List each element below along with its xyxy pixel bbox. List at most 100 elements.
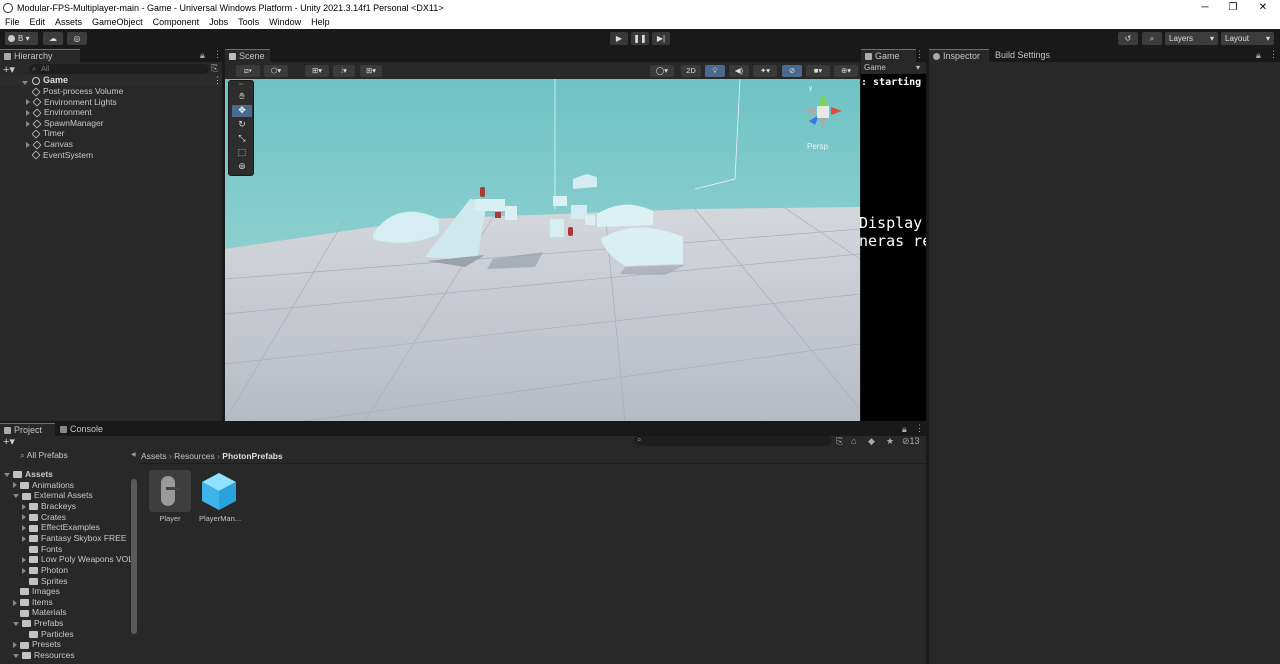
folder-item[interactable]: Photon bbox=[22, 565, 68, 576]
folder-item[interactable]: Particles bbox=[22, 629, 74, 640]
breadcrumb-item[interactable]: PhotonPrefabs bbox=[222, 451, 282, 461]
expand-arrow-icon[interactable] bbox=[13, 621, 19, 626]
breadcrumb-item[interactable]: Resources bbox=[174, 451, 215, 461]
project-more-icon[interactable]: ⋮ bbox=[915, 423, 924, 434]
pivot-toggle[interactable]: ⧄▾ bbox=[236, 65, 260, 77]
folder-item[interactable]: Prefabs bbox=[13, 618, 63, 629]
menu-help[interactable]: Help bbox=[311, 17, 330, 27]
folder-item[interactable]: Sprites bbox=[22, 576, 67, 587]
project-lock-icon[interactable]: 🔒︎ bbox=[902, 424, 907, 435]
tree-scrollbar[interactable] bbox=[131, 479, 137, 634]
hierarchy-item[interactable]: EventSystem bbox=[31, 150, 93, 161]
folder-item[interactable]: Brackeys bbox=[22, 501, 76, 512]
favorites-all-prefabs[interactable]: ⌕ All Prefabs bbox=[20, 450, 68, 461]
expand-arrow-icon[interactable] bbox=[13, 482, 17, 489]
expand-arrow-icon[interactable] bbox=[26, 141, 30, 148]
global-toggle[interactable]: ⬡▾ bbox=[264, 65, 288, 77]
expand-arrow-icon[interactable] bbox=[22, 503, 26, 510]
account-dropdown[interactable]: B ▾ bbox=[5, 32, 38, 45]
folder-item[interactable]: Presets bbox=[13, 639, 61, 650]
lock-icon[interactable]: 🔒︎ bbox=[200, 50, 205, 61]
search-options-icon[interactable]: ⎘ bbox=[211, 63, 218, 74]
hierarchy-item[interactable]: Canvas bbox=[26, 139, 73, 150]
hierarchy-item[interactable]: Environment Lights bbox=[26, 97, 117, 108]
shading-mode-dropdown[interactable]: ◯▾ bbox=[650, 65, 674, 77]
expand-arrow-icon[interactable] bbox=[22, 535, 26, 542]
toggle-2d-button[interactable]: 2D bbox=[681, 65, 701, 77]
cloud-button[interactable]: ☁ bbox=[43, 32, 63, 45]
inspector-more-icon[interactable]: ⋮ bbox=[1269, 49, 1278, 60]
menu-assets[interactable]: Assets bbox=[55, 17, 82, 27]
hidden-objects-toggle[interactable]: ⊘ bbox=[782, 65, 802, 77]
projection-label[interactable]: Persp bbox=[807, 142, 828, 151]
expand-arrow-icon[interactable] bbox=[13, 599, 17, 606]
folder-item[interactable]: Crates bbox=[22, 512, 66, 523]
asset-player[interactable] bbox=[149, 470, 191, 512]
inspector-lock-icon[interactable]: 🔒︎ bbox=[1256, 50, 1261, 61]
scene-viewport[interactable]: Persp y bbox=[225, 79, 860, 421]
step-button[interactable]: ▶| bbox=[652, 32, 670, 45]
tab-console[interactable]: Console bbox=[56, 423, 111, 436]
search-icon[interactable]: ⌕ bbox=[1142, 32, 1162, 45]
expand-arrow-icon[interactable] bbox=[22, 556, 26, 563]
asset-playermanager[interactable] bbox=[198, 470, 240, 512]
grid-snap-toggle[interactable]: ⊞▾ bbox=[305, 65, 329, 77]
favorite-star-icon[interactable]: ★ bbox=[886, 436, 894, 447]
tab-scene[interactable]: Scene bbox=[225, 49, 270, 62]
hierarchy-root-row[interactable]: Game ⋮ bbox=[0, 75, 222, 86]
expand-arrow-icon[interactable] bbox=[26, 120, 30, 127]
hierarchy-item[interactable]: Environment bbox=[26, 107, 92, 118]
menu-gameobject[interactable]: GameObject bbox=[92, 17, 143, 27]
snap-increment-button[interactable]: ⁞▾ bbox=[333, 65, 355, 77]
play-button[interactable]: ▶ bbox=[610, 32, 628, 45]
project-search-input[interactable]: ⌕ bbox=[634, 435, 832, 446]
expand-arrow-icon[interactable] bbox=[26, 109, 30, 116]
search-by-label-icon[interactable]: ⌂ bbox=[851, 436, 856, 446]
menu-jobs[interactable]: Jobs bbox=[209, 17, 228, 27]
minimize-button[interactable]: ─ bbox=[1190, 0, 1220, 15]
close-button[interactable]: ✕ bbox=[1248, 0, 1278, 15]
layout-dropdown[interactable]: Layout ▾ bbox=[1221, 32, 1274, 45]
tag-icon[interactable]: ◆ bbox=[868, 436, 875, 447]
menu-file[interactable]: File bbox=[5, 17, 20, 27]
folder-item[interactable]: Materials bbox=[13, 607, 66, 618]
tab-build-settings[interactable]: Build Settings bbox=[989, 49, 1069, 62]
expand-arrow-icon[interactable] bbox=[13, 642, 17, 649]
history-icon[interactable]: ↺ bbox=[1118, 32, 1138, 45]
folder-item[interactable]: EffectExamples bbox=[22, 522, 100, 533]
scene-root-item[interactable]: Game bbox=[32, 75, 68, 86]
root-more-icon[interactable]: ⋮ bbox=[213, 75, 222, 86]
lighting-toggle[interactable]: 💡︎ bbox=[705, 65, 725, 77]
transform-tool-icon[interactable]: ⊛ bbox=[232, 161, 252, 173]
game-more-icon[interactable]: ⋮ bbox=[915, 49, 924, 60]
expand-arrow-icon[interactable] bbox=[13, 494, 19, 499]
palette-grip-icon[interactable]: ═ bbox=[231, 82, 251, 88]
expand-arrow-icon[interactable] bbox=[13, 653, 19, 658]
menu-edit[interactable]: Edit bbox=[30, 17, 46, 27]
effects-toggle[interactable]: ✦▾ bbox=[753, 65, 777, 77]
hierarchy-item[interactable]: Post-process Volume bbox=[31, 86, 123, 97]
maximize-button[interactable]: ❐ bbox=[1218, 0, 1248, 15]
folder-item[interactable]: Resources bbox=[13, 650, 75, 661]
hierarchy-search-input[interactable]: ⌕ All bbox=[29, 64, 209, 74]
breadcrumb-item[interactable]: Assets bbox=[141, 451, 167, 461]
folder-item[interactable]: External Assets bbox=[13, 490, 93, 501]
folder-item[interactable]: Assets bbox=[4, 469, 53, 480]
collapse-arrow-icon[interactable]: ◀ bbox=[131, 451, 136, 458]
hierarchy-item[interactable]: SpawnManager bbox=[26, 118, 104, 129]
search-by-type-icon[interactable]: ⎘ bbox=[836, 436, 843, 447]
create-asset-button[interactable]: +▾ bbox=[3, 435, 15, 448]
audio-toggle[interactable]: ◀) bbox=[729, 65, 749, 77]
pause-button[interactable]: ❚❚ bbox=[631, 32, 649, 45]
tab-hierarchy[interactable]: Hierarchy bbox=[0, 49, 80, 62]
folder-item[interactable]: Animations bbox=[13, 480, 74, 491]
folder-item[interactable]: Low Poly Weapons VOL bbox=[22, 554, 132, 565]
move-tool-icon[interactable]: ✥ bbox=[232, 105, 252, 117]
gizmos-dropdown[interactable]: ⊕▾ bbox=[834, 65, 858, 77]
tab-game[interactable]: Game bbox=[861, 49, 916, 62]
tab-inspector[interactable]: Inspector bbox=[929, 49, 989, 62]
rotate-tool-icon[interactable]: ↻ bbox=[232, 119, 252, 131]
expand-arrow-icon[interactable] bbox=[26, 99, 30, 106]
hierarchy-item[interactable]: Timer bbox=[31, 128, 64, 139]
collab-button[interactable]: ◎ bbox=[67, 32, 87, 45]
